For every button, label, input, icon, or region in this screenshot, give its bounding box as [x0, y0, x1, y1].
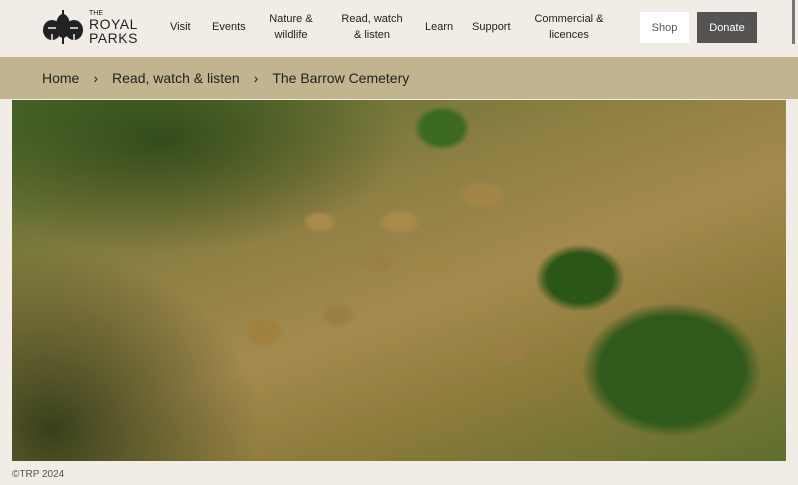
- oak-crest-icon: [43, 10, 83, 44]
- nav-read-watch-listen[interactable]: Read, watch & listen: [340, 11, 404, 43]
- site-header: THE ROYAL PARKS Visit Events Nature & wi…: [0, 0, 798, 57]
- nav-support[interactable]: Support: [472, 19, 511, 35]
- copyright: ©TRP 2024: [12, 469, 65, 480]
- nav-visit[interactable]: Visit: [170, 19, 191, 35]
- scrollbar[interactable]: [792, 0, 795, 44]
- breadcrumb-read-watch-listen[interactable]: Read, watch & listen: [112, 70, 240, 86]
- chevron-right-icon: ›: [93, 70, 99, 86]
- nav-events[interactable]: Events: [212, 19, 246, 35]
- nav-nature-wildlife[interactable]: Nature & wildlife: [268, 11, 314, 43]
- hero-image-barrow-cemetery: [12, 100, 786, 461]
- royal-parks-logo[interactable]: THE ROYAL PARKS: [42, 8, 138, 46]
- breadcrumb-home[interactable]: Home: [42, 70, 79, 86]
- breadcrumb-current: The Barrow Cemetery: [272, 70, 410, 86]
- chevron-right-icon: ›: [253, 70, 259, 86]
- nav-commercial-licences[interactable]: Commercial & licences: [532, 11, 606, 43]
- donate-button[interactable]: Donate: [697, 12, 757, 43]
- logo-royal: ROYAL: [89, 15, 138, 32]
- shop-button[interactable]: Shop: [640, 12, 689, 43]
- logo-parks: PARKS: [89, 29, 138, 46]
- breadcrumb: Home › Read, watch & listen › The Barrow…: [0, 57, 798, 99]
- nav-learn[interactable]: Learn: [425, 19, 453, 35]
